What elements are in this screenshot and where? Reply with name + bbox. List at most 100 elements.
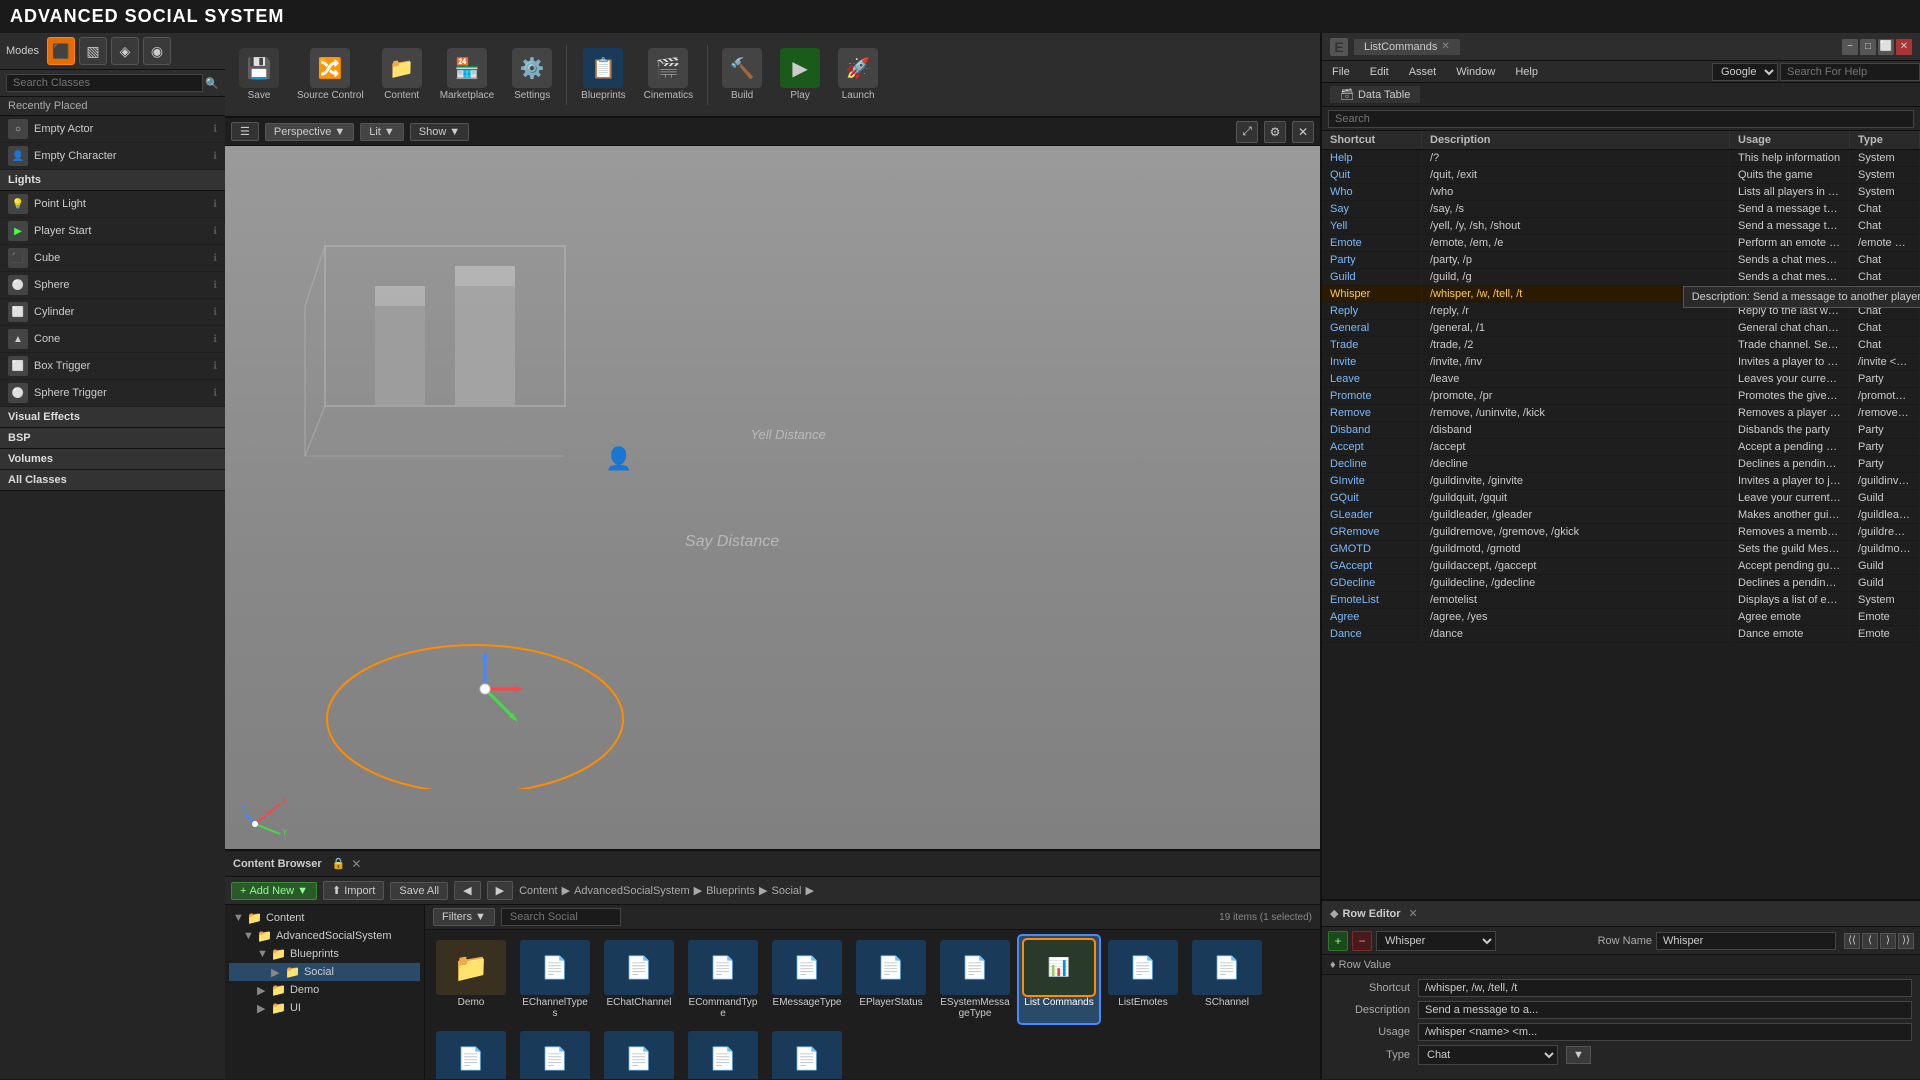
remove-row-btn[interactable]: − [1352, 931, 1372, 951]
show-btn[interactable]: Show ▼ [410, 123, 469, 141]
cinematics-btn[interactable]: 🎬 Cinematics [636, 44, 701, 105]
list-item[interactable]: ⚪ Sphere Trigger ℹ [0, 380, 225, 407]
type-field-select[interactable]: Chat System Party Guild Emote [1418, 1045, 1558, 1065]
list-item[interactable]: ⬜ Cylinder ℹ [0, 299, 225, 326]
asset-item-echanneltypes[interactable]: 📄 EChannelTypes [515, 936, 595, 1023]
list-item[interactable]: ▶ Player Start ℹ [0, 218, 225, 245]
mode-foliage-btn[interactable]: ◈ [111, 37, 139, 65]
table-row[interactable]: Promote /promote, /pr Promotes the given… [1322, 388, 1920, 405]
menu-edit[interactable]: Edit [1360, 64, 1399, 80]
table-row[interactable]: Invite /invite, /inv Invites a player to… [1322, 354, 1920, 371]
volumes-category[interactable]: Volumes [0, 449, 225, 470]
asset-item-esystemmessagetype[interactable]: 📄 ESystemMessageType [935, 936, 1015, 1023]
table-row[interactable]: Trade /trade, /2 Trade channel. Seen by … [1322, 337, 1920, 354]
recently-placed-header[interactable]: Recently Placed [0, 97, 225, 116]
col-usage[interactable]: Usage [1730, 131, 1850, 149]
table-row[interactable]: Agree /agree, /yes Agree emote Emote [1322, 609, 1920, 626]
description-field-input[interactable] [1418, 1001, 1912, 1019]
shortcut-field-input[interactable] [1418, 979, 1912, 997]
visual-effects-category[interactable]: Visual Effects [0, 407, 225, 428]
add-new-btn[interactable]: + Add New ▼ [231, 882, 317, 900]
search-classes-input[interactable] [6, 74, 203, 92]
tree-item-demo[interactable]: ▶ 📁 Demo [229, 981, 420, 999]
row-editor-close-icon[interactable]: ✕ [1409, 907, 1418, 920]
asset-item-snamecolor[interactable]: 📄 SNameColor [515, 1027, 595, 1079]
list-item[interactable]: ⬛ Cube ℹ [0, 245, 225, 272]
asset-item-scommand[interactable]: 📄 SCommand [431, 1027, 511, 1079]
table-row[interactable]: Remove /remove, /uninvite, /kick Removes… [1322, 405, 1920, 422]
blueprints-btn[interactable]: 📋 Blueprints [573, 44, 633, 105]
table-row[interactable]: Accept /accept Accept a pending party in… [1322, 439, 1920, 456]
list-item[interactable]: 💡 Point Light ℹ [0, 191, 225, 218]
listcommands-tab[interactable]: ListCommands ✕ [1354, 39, 1460, 55]
row-nav-prev-btn[interactable]: ⟨ [1862, 933, 1878, 949]
breadcrumb-blueprints[interactable]: Blueprints [706, 885, 755, 897]
table-row[interactable]: GDecline /guildecline, /gdecline Decline… [1322, 575, 1920, 592]
info-icon[interactable]: ℹ [213, 124, 217, 135]
search-engine-select[interactable]: Google Bing [1712, 63, 1778, 81]
info-icon[interactable]: ℹ [213, 361, 217, 372]
bsp-category[interactable]: BSP [0, 428, 225, 449]
tab-close-icon[interactable]: ✕ [1441, 41, 1449, 52]
info-icon[interactable]: ℹ [213, 388, 217, 399]
table-row[interactable]: Leave /leave Leaves your current party P… [1322, 371, 1920, 388]
settings-btn[interactable]: ⚙️ Settings [504, 44, 560, 105]
list-item[interactable]: ⬜ Box Trigger ℹ [0, 353, 225, 380]
data-table-tab[interactable]: 🗃 Data Table [1330, 86, 1420, 103]
table-row[interactable]: GAccept /guildaccept, /gaccept Accept pe… [1322, 558, 1920, 575]
table-row[interactable]: Emote /emote, /em, /e Perform an emote w… [1322, 235, 1920, 252]
perspective-btn[interactable]: Perspective ▼ [265, 123, 354, 141]
mode-select-btn[interactable]: ⬛ [47, 37, 75, 65]
breadcrumb-social[interactable]: Social [771, 885, 801, 897]
table-row[interactable]: Dance /dance Dance emote Emote [1322, 626, 1920, 643]
list-item[interactable]: ⚪ Sphere ℹ [0, 272, 225, 299]
content-browser-close-btn[interactable]: ✕ [351, 857, 361, 871]
usage-field-input[interactable] [1418, 1023, 1912, 1041]
menu-window[interactable]: Window [1446, 64, 1505, 80]
info-icon[interactable]: ℹ [213, 307, 217, 318]
asset-item-schannel[interactable]: 📄 SChannel [1187, 936, 1267, 1023]
table-row[interactable]: EmoteList /emotelist Displays a list of … [1322, 592, 1920, 609]
info-icon[interactable]: ℹ [213, 199, 217, 210]
asset-item-echatchannel[interactable]: 📄 EChatChannel [599, 936, 679, 1023]
add-row-btn[interactable]: + [1328, 931, 1348, 951]
nav-forward-btn[interactable]: ▶ [487, 881, 513, 900]
table-row[interactable]: Say /say, /s Send a message to players i… [1322, 201, 1920, 218]
asset-search-input[interactable] [501, 908, 621, 926]
table-row[interactable]: GInvite /guildinvite, /ginvite Invites a… [1322, 473, 1920, 490]
table-row[interactable]: Guild /guild, /g Sends a chat message to… [1322, 269, 1920, 286]
asset-item-splayer[interactable]: 📄 SPlayer [683, 1027, 763, 1079]
build-btn[interactable]: 🔨 Build [714, 44, 770, 105]
list-item[interactable]: ○ Empty Actor ℹ [0, 116, 225, 143]
asset-item-ssystemmessagecolor[interactable]: 📄 SSystemMessageColor [767, 1027, 847, 1079]
list-item[interactable]: ▲ Cone ℹ [0, 326, 225, 353]
source-control-btn[interactable]: 🔀 Source Control [289, 44, 372, 105]
row-nav-next-btn[interactable]: ⟩ [1880, 933, 1896, 949]
breadcrumb-content[interactable]: Content [519, 885, 558, 897]
table-row[interactable]: GMOTD /guildmotd, /gmotd Sets the guild … [1322, 541, 1920, 558]
table-row[interactable]: GQuit /guildquit, /gquit Leave your curr… [1322, 490, 1920, 507]
table-row[interactable]: GLeader /guildleader, /gleader Makes ano… [1322, 507, 1920, 524]
info-icon[interactable]: ℹ [213, 226, 217, 237]
info-icon[interactable]: ℹ [213, 280, 217, 291]
col-shortcut[interactable]: Shortcut [1322, 131, 1422, 149]
viewport[interactable]: 👤 Yell Distance Say Distance [225, 146, 1320, 849]
table-row[interactable]: Help /? This help information System [1322, 150, 1920, 167]
table-row[interactable]: Decline /decline Declines a pending part… [1322, 456, 1920, 473]
content-btn[interactable]: 📁 Content [374, 44, 430, 105]
row-name-input[interactable] [1656, 932, 1836, 950]
table-search-input[interactable] [1328, 110, 1914, 128]
col-type[interactable]: Type [1850, 131, 1920, 149]
mode-geometry-btn[interactable]: ◉ [143, 37, 171, 65]
menu-file[interactable]: File [1322, 64, 1360, 80]
transform-gizmo[interactable] [445, 649, 525, 729]
mode-paint-btn[interactable]: ▧ [79, 37, 107, 65]
row-select[interactable]: Whisper [1376, 931, 1496, 951]
breadcrumb-adv-social[interactable]: AdvancedSocialSystem [574, 885, 690, 897]
row-nav-first-btn[interactable]: ⟨⟨ [1844, 933, 1860, 949]
play-btn[interactable]: ▶ Play [772, 44, 828, 105]
col-description[interactable]: Description [1422, 131, 1730, 149]
table-row[interactable]: Disband /disband Disbands the party Part… [1322, 422, 1920, 439]
all-classes-category[interactable]: All Classes [0, 470, 225, 491]
tree-item-advsocial[interactable]: ▼ 📁 AdvancedSocialSystem [229, 927, 420, 945]
